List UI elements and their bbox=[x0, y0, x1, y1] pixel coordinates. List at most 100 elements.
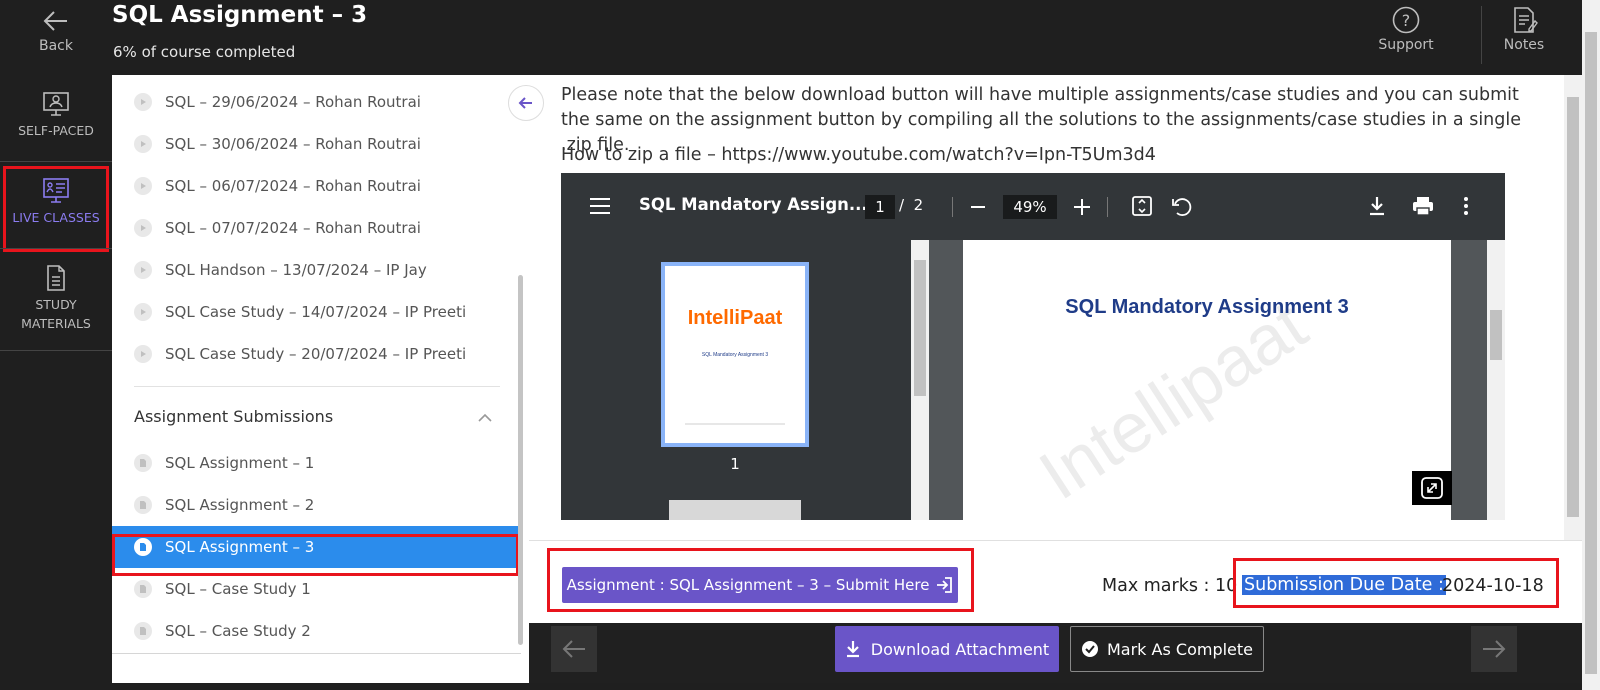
page-thumbnail-2[interactable] bbox=[669, 500, 801, 520]
fullscreen-button[interactable] bbox=[1412, 471, 1452, 505]
zoom-level[interactable]: 49% bbox=[1003, 195, 1057, 219]
highlight-outline bbox=[112, 534, 519, 576]
support-button[interactable]: ? Support bbox=[1372, 0, 1440, 75]
sidebar-bottom-divider bbox=[112, 653, 521, 654]
document-icon bbox=[47, 265, 65, 291]
list-item[interactable]: SQL Case Study – 14/07/2024 – IP Preeti bbox=[134, 291, 466, 333]
max-marks: Max marks : 10 bbox=[1102, 576, 1238, 596]
arrow-right-icon bbox=[1483, 640, 1506, 658]
scrollbar-thumb[interactable] bbox=[1567, 97, 1579, 517]
main-content: Please note that the below download butt… bbox=[529, 75, 1582, 540]
submit-assignment-button[interactable]: Assignment : SQL Assignment – 3 – Submit… bbox=[562, 567, 958, 603]
file-icon bbox=[134, 580, 152, 598]
scrollbar-thumb[interactable] bbox=[1490, 310, 1502, 360]
list-item[interactable]: SQL Assignment – 2 bbox=[134, 484, 314, 526]
list-item[interactable]: SQL Case Study – 20/07/2024 – IP Preeti bbox=[134, 333, 466, 375]
file-icon bbox=[134, 454, 152, 472]
play-icon bbox=[134, 135, 152, 153]
thumbnail-panel: IntelliPaat SQL Mandatory Assignment 3 1 bbox=[561, 240, 929, 520]
download-attachment-button[interactable]: Download Attachment bbox=[835, 626, 1059, 672]
nav-divider bbox=[0, 350, 112, 351]
list-item-label: SQL Case Study – 20/07/2024 – IP Preeti bbox=[165, 345, 467, 363]
list-item[interactable]: SQL – 30/06/2024 – Rohan Routrai bbox=[134, 123, 421, 165]
document-title: SQL Mandatory Assignment 3 bbox=[1065, 296, 1349, 318]
play-icon bbox=[134, 219, 152, 237]
nav-self-paced[interactable]: SELF-PACED bbox=[0, 75, 112, 161]
pdf-scrollbar[interactable] bbox=[1487, 240, 1505, 520]
previous-button[interactable] bbox=[551, 626, 597, 672]
print-icon[interactable] bbox=[1411, 195, 1435, 217]
more-options-icon[interactable] bbox=[1463, 196, 1469, 216]
nav-study-label-line1: STUDY bbox=[35, 297, 77, 312]
mark-complete-label: Mark As Complete bbox=[1106, 639, 1253, 659]
play-icon bbox=[134, 177, 152, 195]
list-item[interactable]: SQL Handson – 13/07/2024 – IP Jay bbox=[134, 249, 427, 291]
zoom-out-icon[interactable] bbox=[969, 198, 987, 216]
main-scrollbar[interactable] bbox=[1564, 75, 1582, 540]
help-icon: ? bbox=[1392, 6, 1420, 34]
rotate-icon[interactable] bbox=[1170, 195, 1194, 219]
pdf-page: Intellipaat SQL Mandatory Assignment 3 bbox=[963, 240, 1451, 520]
page-number-input[interactable]: 1 bbox=[865, 195, 895, 219]
scrollbar-thumb[interactable] bbox=[914, 260, 926, 396]
window-scrollbar[interactable] bbox=[1582, 0, 1600, 690]
page-total: / 2 bbox=[899, 196, 924, 214]
next-button[interactable] bbox=[1471, 626, 1517, 672]
list-item-label: SQL – 07/07/2024 – Rohan Routrai bbox=[165, 219, 421, 237]
nav-study-materials[interactable]: STUDY MATERIALS bbox=[0, 249, 112, 349]
list-item[interactable]: SQL Assignment – 1 bbox=[134, 442, 314, 484]
list-item-label: SQL – 29/06/2024 – Rohan Routrai bbox=[165, 93, 421, 111]
back-button[interactable]: Back bbox=[0, 0, 112, 75]
list-item-label: SQL – 06/07/2024 – Rohan Routrai bbox=[165, 177, 421, 195]
nav-study-label-line2: MATERIALS bbox=[21, 316, 91, 331]
section-divider bbox=[134, 386, 500, 387]
back-label: Back bbox=[39, 38, 73, 54]
play-icon bbox=[134, 303, 152, 321]
page-title: SQL Assignment – 3 bbox=[112, 2, 368, 28]
list-item-label: SQL Assignment – 1 bbox=[165, 454, 315, 472]
submission-bar: Assignment : SQL Assignment – 3 – Submit… bbox=[529, 540, 1582, 623]
collapse-sidebar-button[interactable] bbox=[508, 85, 544, 121]
sidebar-scrollbar[interactable] bbox=[518, 275, 523, 645]
nav-self-paced-label: SELF-PACED bbox=[18, 123, 94, 138]
arrow-left-icon bbox=[562, 640, 585, 658]
toolbar-divider bbox=[952, 197, 953, 217]
watermark: Intellipaat bbox=[1025, 285, 1320, 515]
download-icon[interactable] bbox=[1367, 195, 1387, 217]
thumbnail-logo: IntelliPaat bbox=[688, 307, 783, 329]
file-icon bbox=[134, 496, 152, 514]
list-item[interactable]: SQL – Case Study 2 bbox=[134, 610, 311, 652]
page-total-value: 2 bbox=[913, 196, 924, 214]
course-sidebar: SQL – 29/06/2024 – Rohan Routrai SQL – 3… bbox=[112, 75, 529, 683]
menu-icon[interactable] bbox=[589, 196, 611, 216]
zoom-in-icon[interactable] bbox=[1072, 197, 1092, 217]
mark-complete-button[interactable]: Mark As Complete bbox=[1070, 626, 1264, 672]
nav-live-classes[interactable]: LIVE CLASSES bbox=[0, 162, 112, 252]
list-item-label: SQL – 30/06/2024 – Rohan Routrai bbox=[165, 135, 421, 153]
pdf-viewer: SQL Mandatory Assign... 1 / 2 49% Intell… bbox=[561, 173, 1505, 520]
expand-icon bbox=[1421, 477, 1443, 499]
list-item-label: SQL – Case Study 2 bbox=[165, 622, 311, 640]
zip-help-link[interactable]: How to zip a file – https://www.youtube.… bbox=[561, 145, 1156, 165]
scrollbar-thumb[interactable] bbox=[1585, 32, 1597, 674]
play-icon bbox=[134, 345, 152, 363]
pdf-title: SQL Mandatory Assign... bbox=[639, 195, 868, 214]
fit-page-icon[interactable] bbox=[1131, 195, 1153, 217]
monitor-person-icon bbox=[43, 92, 69, 116]
list-item[interactable]: SQL – 06/07/2024 – Rohan Routrai bbox=[134, 165, 421, 207]
play-icon bbox=[134, 93, 152, 111]
thumbnail-scrollbar[interactable] bbox=[911, 240, 929, 520]
notes-icon bbox=[1514, 7, 1538, 33]
file-icon bbox=[134, 622, 152, 640]
page-thumbnail[interactable]: IntelliPaat SQL Mandatory Assignment 3 bbox=[661, 262, 809, 447]
list-item[interactable]: SQL – 29/06/2024 – Rohan Routrai bbox=[134, 81, 421, 123]
check-circle-icon bbox=[1081, 641, 1098, 657]
section-title[interactable]: Assignment Submissions bbox=[134, 407, 333, 426]
play-icon bbox=[134, 261, 152, 279]
list-item[interactable]: SQL – 07/07/2024 – Rohan Routrai bbox=[134, 207, 421, 249]
thumbnail-content: IntelliPaat SQL Mandatory Assignment 3 bbox=[685, 307, 785, 425]
thumbnail-caption: SQL Mandatory Assignment 3 bbox=[702, 352, 768, 358]
notes-button[interactable]: Notes bbox=[1494, 0, 1554, 75]
due-date-label: Submission Due Date : bbox=[1242, 575, 1446, 595]
chevron-up-icon[interactable] bbox=[478, 413, 492, 423]
